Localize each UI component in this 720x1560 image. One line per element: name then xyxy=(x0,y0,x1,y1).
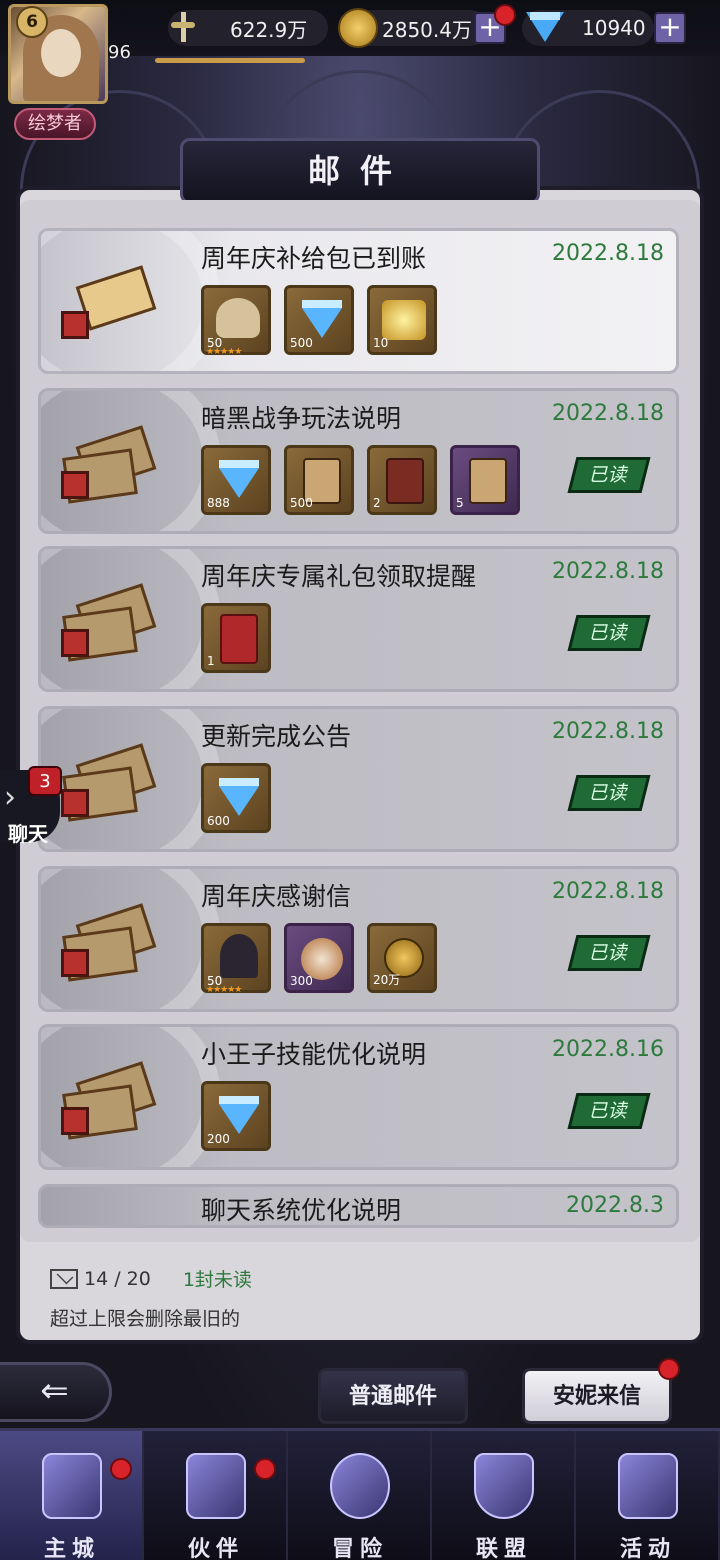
hat-icon xyxy=(186,1453,246,1519)
read-badge: 已读 xyxy=(567,1093,651,1129)
annie-mail-button[interactable]: 安妮来信 xyxy=(522,1368,672,1424)
nav-main-city[interactable]: 主城 xyxy=(0,1431,144,1560)
chevron-right-icon: › xyxy=(4,780,16,815)
chat-label: 聊天 xyxy=(8,822,48,846)
mail-date: 2022.8.3 xyxy=(566,1193,664,1218)
nav-events[interactable]: 活动 xyxy=(576,1431,720,1560)
gem-value: 10940 xyxy=(582,16,646,40)
mail-item[interactable]: 更新完成公告 2022.8.18 600 已读 xyxy=(38,706,679,852)
mail-limit-note: 超过上限会删除最旧的 xyxy=(50,1308,241,1330)
read-badge: 已读 xyxy=(567,775,651,811)
add-gem-button[interactable]: + xyxy=(654,12,686,44)
scroll-item-icon[interactable]: 500 xyxy=(284,445,354,515)
nav-adventure[interactable]: 冒险 xyxy=(288,1431,432,1560)
unread-count: 1封未读 xyxy=(182,1269,252,1291)
gem-icon xyxy=(526,12,564,44)
notification-dot xyxy=(658,1358,680,1380)
gold-resource: 2850.4万 xyxy=(338,8,488,48)
gem-item-icon[interactable]: 500 xyxy=(284,285,354,355)
envelopes-icon xyxy=(61,425,157,504)
envelopes-icon xyxy=(61,1061,157,1140)
coin-icon xyxy=(338,8,378,48)
normal-mail-button[interactable]: 普通邮件 xyxy=(318,1368,468,1424)
gem-item-icon[interactable]: 888 xyxy=(201,445,271,515)
sword-icon xyxy=(168,10,198,46)
mail-title: 周年庆专属礼包领取提醒 xyxy=(201,562,477,591)
gold-chest-icon[interactable]: 10 xyxy=(367,285,437,355)
mail-title: 周年庆补给包已到账 xyxy=(201,244,427,273)
mail-date: 2022.8.18 xyxy=(552,401,664,426)
purple-scroll-icon[interactable]: 5 xyxy=(450,445,520,515)
mail-item[interactable]: 聊天系统优化说明 2022.8.3 xyxy=(38,1184,679,1228)
power-level-sub: 96 xyxy=(108,42,131,63)
gold-value: 2850.4万 xyxy=(382,17,472,42)
envelope-gift-icon xyxy=(61,265,157,341)
mail-item[interactable]: 周年庆专属礼包领取提醒 2022.8.18 1 已读 xyxy=(38,546,679,692)
gem-item-icon[interactable]: 600 xyxy=(201,763,271,833)
notification-dot xyxy=(494,4,516,26)
player-level: 6 xyxy=(16,6,48,38)
red-envelope-icon[interactable]: 1 xyxy=(201,603,271,673)
compass-icon xyxy=(330,1453,390,1519)
mail-date: 2022.8.18 xyxy=(552,719,664,744)
hooded-hero-icon[interactable]: 50 ★★★★★ xyxy=(201,923,271,995)
envelopes-icon xyxy=(61,903,157,982)
read-badge: 已读 xyxy=(567,615,651,651)
mail-title: 小王子技能优化说明 xyxy=(201,1040,427,1069)
mail-item[interactable]: 暗黑战争玩法说明 2022.8.18 888 500 2 5 已读 xyxy=(38,388,679,534)
notification-dot xyxy=(110,1458,132,1480)
mail-date: 2022.8.16 xyxy=(552,1037,664,1062)
power-resource: 622.9万 xyxy=(168,10,328,46)
coin-item-icon[interactable]: 20万 xyxy=(367,923,437,993)
bottom-nav: 主城 伙伴 冒险 联盟 活动 xyxy=(0,1428,720,1560)
mail-date: 2022.8.18 xyxy=(552,241,664,266)
mail-item[interactable]: 周年庆感谢信 2022.8.18 50 ★★★★★ 300 20万 已读 xyxy=(38,866,679,1012)
title-badge[interactable]: 绘梦者 xyxy=(14,108,96,140)
mail-icon xyxy=(50,1268,78,1289)
power-progress-bar xyxy=(155,58,305,63)
mail-title: 聊天系统优化说明 xyxy=(201,1196,402,1225)
mail-title: 周年庆感谢信 xyxy=(201,882,352,911)
read-badge: 已读 xyxy=(567,935,651,971)
envelopes-icon xyxy=(61,583,157,662)
castle-icon xyxy=(42,1453,102,1519)
page-title: 邮件 xyxy=(180,138,540,204)
envelopes-icon xyxy=(61,743,157,822)
nav-alliance[interactable]: 联盟 xyxy=(432,1431,576,1560)
mail-item[interactable]: 小王子技能优化说明 2022.8.16 200 已读 xyxy=(38,1024,679,1170)
notification-dot xyxy=(254,1458,276,1480)
shield-icon xyxy=(474,1453,534,1519)
read-badge: 已读 xyxy=(567,457,651,493)
red-scroll-icon[interactable]: 2 xyxy=(367,445,437,515)
chat-badge: 3 xyxy=(28,766,62,796)
gem-item-icon[interactable]: 200 xyxy=(201,1081,271,1151)
back-button[interactable]: ⇐ xyxy=(0,1362,112,1422)
cards-icon xyxy=(618,1453,678,1519)
mail-title: 更新完成公告 xyxy=(201,722,352,751)
mail-item[interactable]: 周年庆补给包已到账 2022.8.18 50 ★★★★★ 500 10 xyxy=(38,228,679,374)
mail-title: 暗黑战争玩法说明 xyxy=(201,404,402,433)
gem-resource: 10940 xyxy=(522,10,654,46)
nav-partners[interactable]: 伙伴 xyxy=(144,1431,288,1560)
mail-footer-info: 14 / 20 1封未读 超过上限会删除最旧的 xyxy=(50,1265,252,1331)
orb-item-icon[interactable]: 300 xyxy=(284,923,354,993)
mail-date: 2022.8.18 xyxy=(552,879,664,904)
mail-count: 14 / 20 xyxy=(84,1267,151,1290)
mail-date: 2022.8.18 xyxy=(552,559,664,584)
skull-item-icon[interactable]: 50 ★★★★★ xyxy=(201,285,271,357)
power-value: 622.9万 xyxy=(230,17,308,42)
